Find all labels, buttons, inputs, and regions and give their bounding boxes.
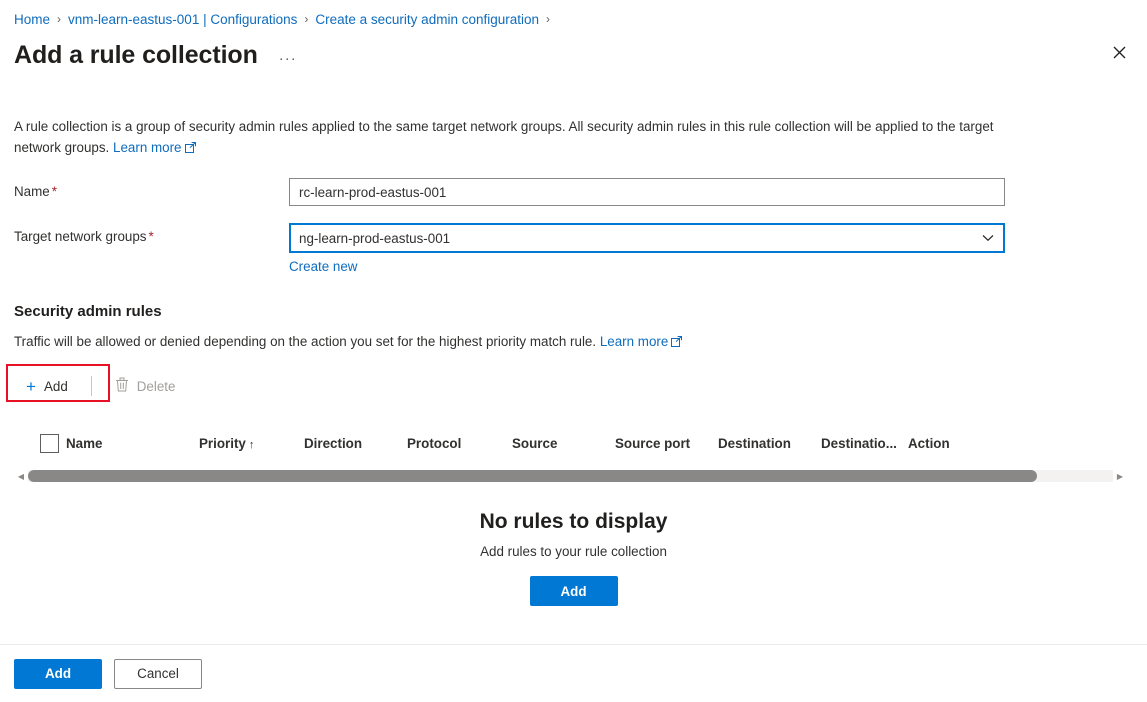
breadcrumb-separator: ›: [304, 12, 309, 26]
close-button[interactable]: [1103, 36, 1135, 68]
name-label-text: Name: [14, 184, 50, 199]
add-rule-label: Add: [43, 378, 68, 394]
required-asterisk: *: [148, 229, 154, 244]
column-header-source[interactable]: Source: [512, 436, 615, 451]
learn-more-label: Learn more: [113, 140, 182, 155]
add-rule-button-wrapper: + Add: [6, 364, 110, 402]
rules-table-header: Name Priority ↑ Direction Protocol Source…: [14, 424, 1133, 462]
name-label: Name *: [14, 178, 289, 201]
target-network-groups-wrapper: ng-learn-prod-eastus-001 Create new: [289, 223, 1005, 276]
more-options-icon[interactable]: ···: [275, 51, 301, 66]
learn-more-label: Learn more: [599, 334, 669, 349]
column-header-priority-label: Priority: [199, 435, 246, 451]
breadcrumb: Home › vnm-learn-eastus-001 | Configurat…: [0, 0, 1147, 30]
delete-rule-button[interactable]: Delete: [103, 371, 188, 401]
scrollbar-track[interactable]: [28, 470, 1113, 482]
empty-state-add-button[interactable]: Add: [529, 576, 618, 606]
column-header-protocol[interactable]: Protocol: [407, 436, 512, 451]
column-header-priority[interactable]: Priority ↑: [199, 436, 304, 451]
page-title: Add a rule collection: [14, 41, 258, 69]
target-network-groups-label-text: Target network groups: [14, 229, 147, 244]
plus-icon: +: [26, 376, 36, 396]
breadcrumb-item-create-security-admin-configuration[interactable]: Create a security admin configuration: [315, 12, 539, 27]
target-network-groups-dropdown[interactable]: ng-learn-prod-eastus-001: [289, 223, 1005, 253]
column-header-source-port[interactable]: Source port: [615, 436, 718, 451]
column-header-action[interactable]: Action: [908, 436, 988, 451]
external-link-icon: [184, 138, 196, 159]
security-admin-rules-heading: Security admin rules: [14, 303, 162, 320]
external-link-icon: [671, 335, 683, 350]
select-all-checkbox[interactable]: [40, 433, 59, 453]
name-field-wrapper: [289, 178, 1005, 206]
footer-cancel-button[interactable]: Cancel: [114, 658, 202, 689]
footer-add-button[interactable]: Add: [14, 658, 102, 689]
learn-more-link-rules[interactable]: Learn more: [599, 334, 683, 350]
empty-state: No rules to display Add rules to your ru…: [14, 510, 1133, 606]
column-header-destination[interactable]: Destination: [718, 436, 821, 451]
command-divider: [90, 376, 92, 396]
breadcrumb-item-configurations[interactable]: vnm-learn-eastus-001 | Configurations: [68, 12, 297, 27]
learn-more-link-intro[interactable]: Learn more: [113, 140, 196, 155]
column-header-name[interactable]: Name: [66, 436, 199, 451]
select-all-cell: [14, 433, 66, 453]
breadcrumb-separator: ›: [546, 12, 551, 26]
field-row-name: Name *: [14, 178, 1133, 206]
column-header-direction[interactable]: Direction: [304, 436, 407, 451]
description-text: A rule collection is a group of security…: [14, 116, 1006, 159]
scroll-right-arrow-icon[interactable]: ▶: [1113, 472, 1127, 481]
name-input[interactable]: [289, 178, 1005, 206]
create-new-network-group-link[interactable]: Create new: [289, 259, 357, 274]
field-row-target-network-groups: Target network groups * ng-learn-prod-eas…: [14, 223, 1133, 276]
chevron-down-icon: [973, 234, 1003, 242]
footer-bar: Add Cancel: [0, 644, 1147, 702]
scroll-left-arrow-icon[interactable]: ◀: [14, 472, 28, 481]
target-network-groups-label: Target network groups *: [14, 223, 289, 246]
breadcrumb-item-home[interactable]: Home: [14, 12, 50, 27]
add-rule-button[interactable]: + Add: [14, 371, 80, 401]
column-header-destination-port[interactable]: Destinatio...: [821, 436, 908, 451]
target-network-groups-value: ng-learn-prod-eastus-001: [299, 230, 451, 246]
table-horizontal-scrollbar[interactable]: ◀ ▶: [14, 468, 1133, 484]
scrollbar-thumb[interactable]: [28, 470, 1038, 482]
breadcrumb-separator: ›: [57, 12, 62, 26]
empty-state-subtitle: Add rules to your rule collection: [480, 544, 667, 559]
close-icon: [1113, 46, 1125, 58]
trash-icon: [115, 377, 129, 395]
empty-state-action: Add: [14, 576, 1133, 606]
rules-command-bar: + Add Delete: [6, 364, 1133, 402]
security-admin-rules-subtext: Traffic will be allowed or denied depend…: [14, 334, 1133, 350]
empty-state-title: No rules to display: [479, 510, 668, 533]
title-bar: Add a rule collection ···: [0, 30, 1147, 70]
sort-ascending-icon: ↑: [248, 438, 255, 451]
security-admin-rules-subtext-body: Traffic will be allowed or denied depend…: [14, 334, 597, 349]
required-asterisk: *: [51, 184, 57, 199]
delete-rule-label: Delete: [136, 378, 176, 394]
